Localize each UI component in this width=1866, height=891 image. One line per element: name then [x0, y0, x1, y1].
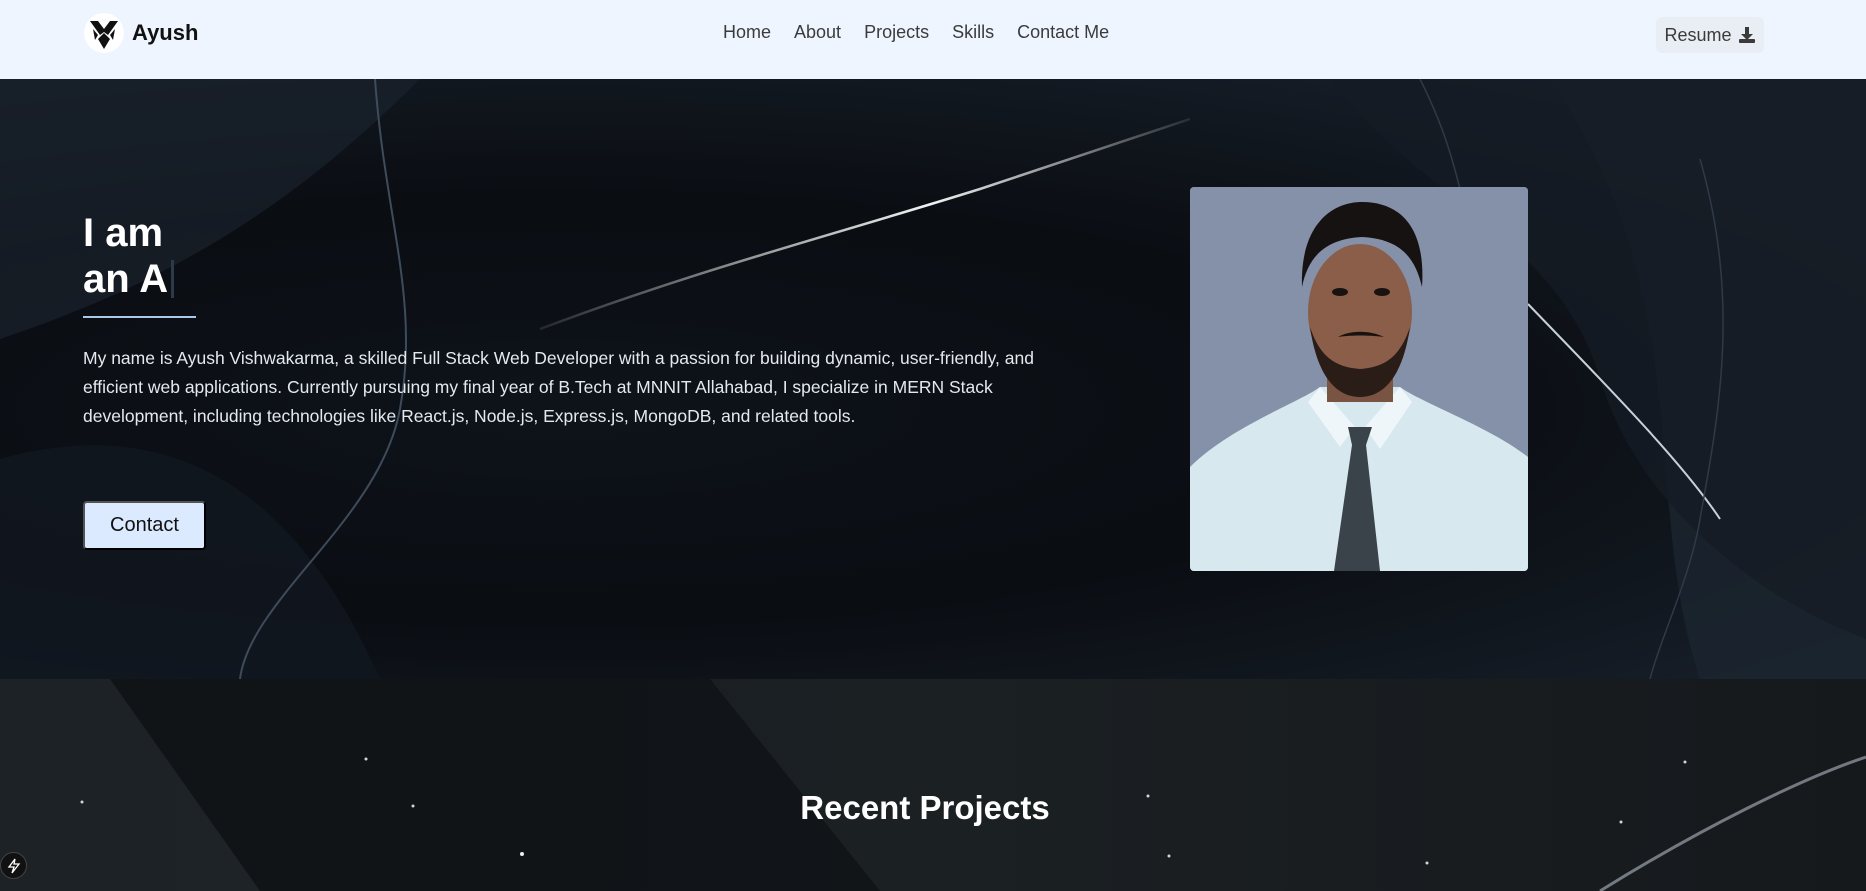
hero-title-line-2: an A	[83, 256, 175, 302]
logo-icon	[84, 13, 124, 53]
projects-background	[0, 679, 1866, 891]
navbar: Ayush Home About Projects Skills Contact…	[0, 0, 1866, 79]
nav-link-contact-me[interactable]: Contact Me	[1017, 22, 1109, 43]
projects-section: Recent Projects	[0, 679, 1866, 891]
nav-link-skills[interactable]: Skills	[952, 22, 994, 43]
hero-underline	[83, 316, 196, 318]
brand[interactable]: Ayush	[84, 13, 198, 53]
nav-link-about[interactable]: About	[794, 22, 841, 43]
typed-text: an A	[83, 257, 169, 301]
nav-links: Home About Projects Skills Contact Me	[723, 22, 1132, 43]
brand-name: Ayush	[132, 20, 199, 45]
nav-link-projects[interactable]: Projects	[864, 22, 929, 43]
lightning-icon[interactable]	[0, 852, 27, 879]
hero-title-line-1: I am	[83, 211, 164, 255]
hero-title: I am an A	[83, 210, 175, 302]
typing-cursor	[171, 260, 175, 298]
download-icon	[1738, 27, 1755, 43]
hero-description: My name is Ayush Vishwakarma, a skilled …	[83, 348, 1034, 426]
profile-photo	[1190, 187, 1528, 571]
nav-link-home[interactable]: Home	[723, 22, 771, 43]
hero-section: I am an A My name is Ayush Vishwakarma, …	[0, 79, 1866, 679]
projects-title: Recent Projects	[800, 789, 1050, 826]
resume-label: Resume	[1664, 24, 1732, 45]
contact-button[interactable]: Contact	[83, 501, 206, 550]
resume-button[interactable]: Resume	[1656, 17, 1764, 53]
